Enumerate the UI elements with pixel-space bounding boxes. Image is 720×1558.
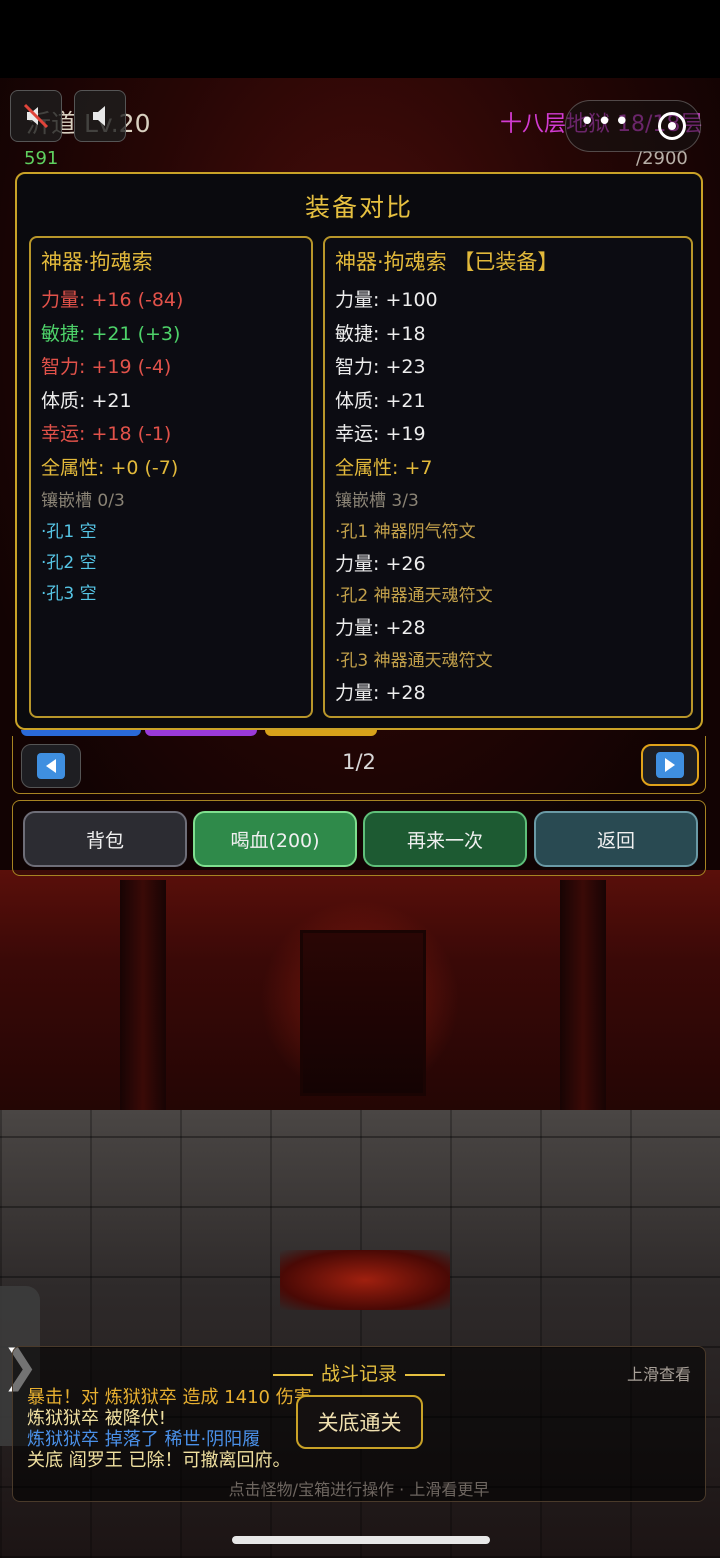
scroll-hint: 上滑查看 (626, 1365, 691, 1384)
item-pager: 1/2 (12, 730, 706, 794)
item-slot-peek (145, 730, 257, 736)
battle-log-title: 战斗记录 (13, 1359, 705, 1386)
speaker-icon (93, 106, 105, 126)
socket-slot: ·孔1 空 (41, 521, 97, 542)
stat-constitution: 体质: +21 (41, 389, 132, 412)
background-lava (280, 1250, 450, 1310)
volume-button[interactable] (74, 90, 126, 142)
socket-slot: ·孔2 神器通天魂符文 (335, 586, 493, 607)
socket-count: 镶嵌槽 3/3 (335, 490, 419, 511)
socket-bonus: 力量: +26 (335, 552, 426, 575)
new-item-card: 神器·拘魂索 力量: +16 (-84) 敏捷: +21 (+3) 智力: +1… (29, 236, 313, 718)
more-dots-icon[interactable]: ••• (579, 109, 631, 135)
home-indicator[interactable] (232, 1536, 490, 1544)
socket-slot: ·孔3 神器通天魂符文 (335, 650, 493, 671)
battle-log-lines: 暴击！对 炼狱狱卒 造成 1410 伤害 炼狱狱卒 被降伏! 炼狱狱卒 掉落了 … (27, 1387, 312, 1471)
log-line: 炼狱狱卒 被降伏! (27, 1408, 166, 1429)
item-title: 神器·拘魂索 【已装备】 (335, 250, 559, 274)
socket-slot: ·孔3 空 (41, 583, 97, 604)
stat-agility: 敏捷: +18 (335, 322, 426, 345)
miniprogram-capsule: ••• (565, 100, 701, 152)
drink-blood-button[interactable]: 喝血(200) (193, 811, 357, 867)
background-gate (300, 930, 426, 1096)
socket-count: 镶嵌槽 0/3 (41, 490, 125, 511)
boss-clear-button[interactable]: 关底通关 (296, 1395, 423, 1449)
operation-hint: 点击怪物/宝箱进行操作 · 上滑看更早 (228, 1480, 490, 1499)
bag-button[interactable]: 背包 (23, 811, 187, 867)
socket-slot: ·孔1 神器阴气符文 (335, 521, 476, 542)
hp-current: 591 (24, 148, 59, 169)
stat-constitution: 体质: +21 (335, 389, 426, 412)
stat-all-attributes: 全属性: +0 (-7) (41, 456, 179, 479)
stat-intellect: 智力: +19 (-4) (41, 356, 172, 379)
next-page-button[interactable] (641, 744, 699, 786)
log-line: 暴击！对 炼狱狱卒 造成 1410 伤害 (27, 1387, 312, 1408)
retry-button[interactable]: 再来一次 (363, 811, 527, 867)
stat-luck: 幸运: +19 (335, 423, 426, 446)
stat-strength: 力量: +16 (-84) (41, 289, 184, 311)
equipped-item-card: 神器·拘魂索 【已装备】 力量: +100 敏捷: +18 智力: +23 体质… (323, 236, 693, 718)
log-line: 关底 阎罗王 已除！可撤离回府。 (27, 1450, 291, 1471)
socket-slot: ·孔2 空 (41, 552, 97, 573)
background-pillar (120, 880, 166, 1120)
socket-bonus: 力量: +28 (335, 681, 426, 704)
stat-intellect: 智力: +23 (335, 356, 426, 379)
stat-luck: 幸运: +18 (-1) (41, 423, 172, 446)
mute-icon (23, 103, 49, 129)
back-button[interactable]: 返回 (534, 811, 698, 867)
mute-button[interactable] (10, 90, 62, 142)
background-pillar (560, 880, 606, 1120)
item-title: 神器·拘魂索 (41, 250, 153, 274)
dialog-title: 装备对比 (304, 193, 413, 222)
item-slot-peek (265, 730, 377, 736)
stat-all-attributes: 全属性: +7 (335, 456, 433, 479)
socket-bonus: 力量: +28 (335, 617, 426, 640)
stat-agility: 敏捷: +21 (+3) (41, 322, 181, 345)
equipment-compare-dialog: 装备对比 神器·拘魂索 力量: +16 (-84) 敏捷: +21 (+3) 智… (15, 172, 703, 730)
stat-strength: 力量: +100 (335, 289, 438, 311)
page-indicator: 1/2 (342, 750, 376, 774)
arrow-right-icon (656, 752, 684, 778)
item-slot-peek (21, 730, 141, 736)
log-line: 炼狱狱卒 掉落了 稀世·阴阳履 (27, 1429, 261, 1450)
target-icon[interactable] (658, 112, 687, 140)
action-bar: 背包 喝血(200) 再来一次 返回 (12, 800, 706, 876)
status-bar-area (0, 0, 720, 78)
